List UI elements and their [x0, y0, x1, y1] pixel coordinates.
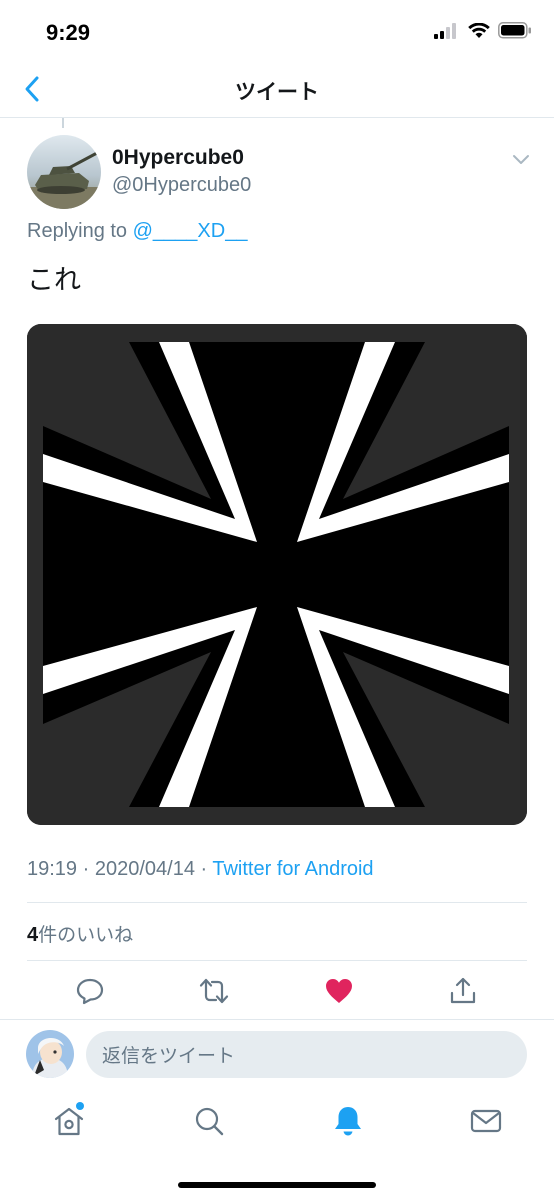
replying-to: Replying to @____XD__: [27, 220, 247, 243]
tweet-meta: 19:19 · 2020/04/14 · Twitter for Android: [27, 858, 374, 881]
battery-icon: [498, 22, 531, 39]
likes-label: 件のいいね: [38, 924, 134, 946]
reply-input[interactable]: 返信をツイート: [86, 1031, 527, 1078]
meta-separator: ·: [77, 858, 95, 880]
messages-icon[interactable]: [469, 1104, 503, 1138]
author-handle: @0Hypercube0: [112, 174, 252, 196]
share-icon[interactable]: [448, 976, 478, 1006]
retweet-icon[interactable]: [199, 976, 229, 1006]
divider: [27, 960, 527, 961]
home-notification-dot: [76, 1102, 84, 1110]
tweet-time: 19:19: [27, 858, 78, 880]
thread-connector-line: [62, 118, 64, 128]
tweet-date: 2020/04/14: [94, 858, 195, 880]
reply-input-placeholder: 返信をツイート: [102, 1045, 236, 1067]
user-avatar: [26, 1030, 74, 1078]
likes-number: 4: [27, 924, 39, 946]
author-avatar[interactable]: [27, 135, 101, 209]
user-avatar-image: [26, 1030, 74, 1078]
divider: [0, 1019, 554, 1020]
iron-cross-image: [27, 324, 527, 825]
meta-separator: ·: [194, 858, 213, 880]
replying-to-prefix: Replying to: [27, 220, 133, 242]
reply-icon[interactable]: [75, 976, 105, 1006]
status-icons: [434, 22, 532, 39]
home-indicator: [178, 1182, 376, 1188]
tank-avatar-image: [27, 135, 101, 209]
replying-to-link[interactable]: @____XD__: [133, 220, 248, 242]
like-icon[interactable]: [324, 976, 354, 1006]
likes-count-link[interactable]: 4件のいいね: [27, 920, 133, 947]
tweet-source-link[interactable]: Twitter for Android: [212, 858, 373, 880]
tweet-text: これ: [27, 265, 81, 296]
tweet-media-image[interactable]: [27, 324, 527, 825]
chevron-down-icon[interactable]: [510, 148, 532, 170]
status-time: 9:29: [46, 20, 91, 45]
status-bar: 9:29: [0, 0, 554, 62]
wifi-icon: [468, 22, 490, 38]
author-display-name[interactable]: 0Hypercube0: [112, 146, 244, 170]
navigation-bar: ツイート: [0, 62, 554, 118]
search-icon[interactable]: [192, 1104, 226, 1138]
cellular-signal-icon: [434, 22, 456, 39]
page-title: ツイート: [235, 81, 319, 104]
notifications-icon[interactable]: [331, 1104, 365, 1138]
divider: [27, 902, 527, 903]
